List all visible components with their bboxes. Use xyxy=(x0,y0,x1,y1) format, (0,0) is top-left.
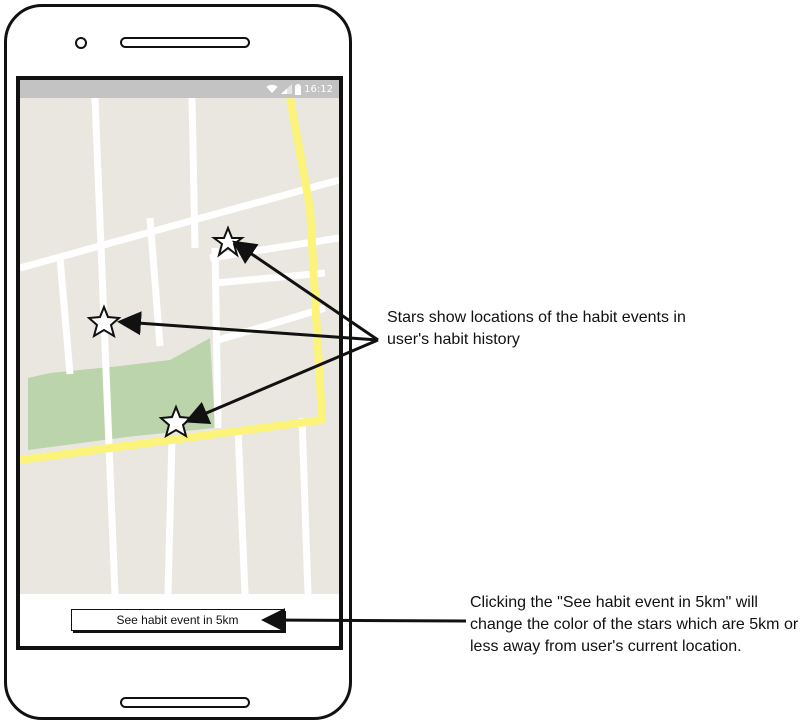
phone-screen: 16:12 See habit event in 5km xyxy=(16,76,343,650)
map-graphic xyxy=(20,98,339,594)
status-icons: 16:12 xyxy=(266,81,333,97)
status-time: 16:12 xyxy=(304,83,333,95)
signal-icon xyxy=(281,84,293,94)
street-network xyxy=(20,98,339,594)
speaker-grille xyxy=(120,37,250,48)
park-area xyxy=(28,338,215,450)
home-button[interactable] xyxy=(120,697,250,708)
see-habit-event-button[interactable]: See habit event in 5km xyxy=(71,609,284,631)
map-view[interactable] xyxy=(20,98,339,594)
battery-icon xyxy=(295,83,302,95)
bottom-action-area: See habit event in 5km xyxy=(20,594,339,646)
wireframe-canvas: 16:12 See habit event in 5km Stars show … xyxy=(0,0,809,725)
status-bar: 16:12 xyxy=(20,80,339,98)
button-annotation: Clicking the "See habit event in 5km" wi… xyxy=(470,594,799,655)
stars-annotation: Stars show locations of the habit events… xyxy=(387,309,686,348)
camera-icon xyxy=(75,37,87,49)
wifi-icon xyxy=(266,84,278,93)
